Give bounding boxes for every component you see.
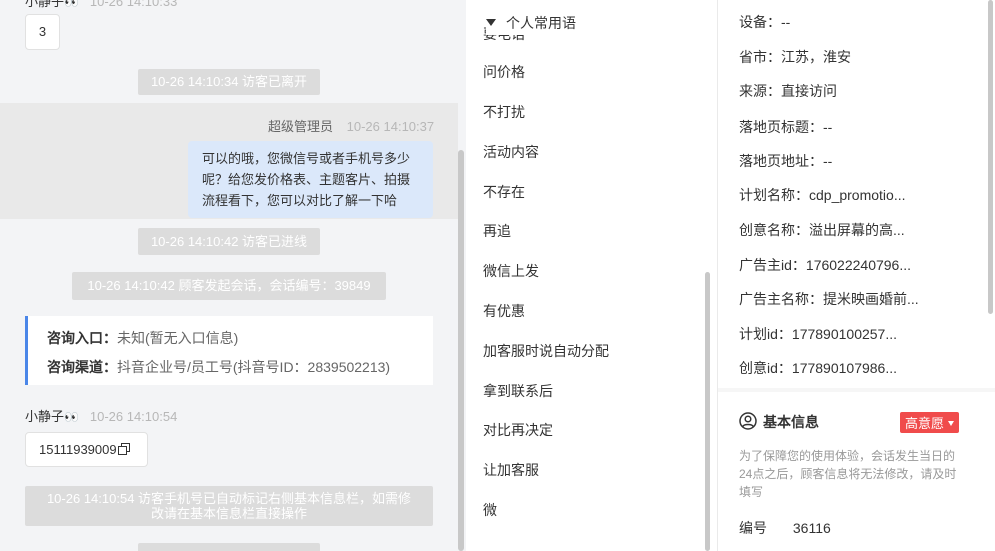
phrase-item[interactable]: 再追 [483,221,511,241]
phrases-scrollbar[interactable] [705,272,710,551]
user-circle-icon [739,412,757,430]
consult-info-card: 咨询入口：未知(暂无入口信息) 咨询渠道：抖音企业号/员工号(抖音号ID：283… [25,316,433,385]
copy-icon[interactable] [117,443,130,455]
section-title: 基本信息 [763,414,819,430]
message-time: 10-26 14:10:37 [346,119,435,134]
detail-value: cdp_promotio... [809,187,906,203]
phrase-item[interactable]: 拿到联系后 [483,381,553,401]
detail-row-device: 设备：-- [739,12,790,32]
phrase-item[interactable]: 微信上发 [483,261,539,281]
phrase-item[interactable]: 不打扰 [483,102,525,122]
phrase-item[interactable]: 活动内容 [483,142,539,162]
phrase-item[interactable]: 微 [483,500,497,520]
detail-row-advertiser-id[interactable]: 广告主id：176022240796... [739,255,911,275]
customer-detail-panel[interactable]: 设备：-- 省市：江苏，淮安 来源：直接访问 落地页标题：-- 落地页地址：--… [718,0,995,551]
detail-label: 广告主名称： [739,291,823,307]
agent-message-bubble[interactable]: 可以的哦，您微信号或者手机号多少 呢？给您发价格表、主题客片、拍摄 流程看下，您… [188,141,433,218]
detail-row-advertiser-name[interactable]: 广告主名称：提米映画婚前... [739,289,919,309]
intent-level-dropdown[interactable]: 高意愿 [900,412,960,433]
message-header: 小静子👀 10-26 14:10:33 [25,0,177,10]
detail-row-landing-title: 落地页标题：-- [739,117,832,137]
consult-channel-value: 抖音企业号/员工号(抖音号ID：2839502213) [117,359,391,375]
phrase-item[interactable]: 不存在 [483,182,525,202]
detail-value: -- [823,119,833,135]
detail-value: 177890100257... [791,326,898,342]
detail-row-creative-name[interactable]: 创意名称：溢出屏幕的高... [739,220,905,240]
detail-value: 江苏，淮安 [781,49,851,65]
detail-row-creative-id[interactable]: 创意id：177890107986... [739,358,897,378]
system-notice: 10-26 14:10:54 访客手机号已自动标记右侧基本信息栏，如需修 改请在… [25,486,433,526]
detail-row-landing-url: 落地页地址：-- [739,151,832,171]
phrase-item[interactable]: 对比再决定 [483,420,553,440]
basic-info-header: 基本信息 [739,412,819,432]
detail-label: 落地页地址： [739,153,823,169]
consult-entry-row: 咨询入口：未知(暂无入口信息) [47,328,238,348]
detail-label: 设备： [739,14,781,30]
visitor-name: 小静子 [25,0,65,9]
visitor-message-bubble[interactable]: 15111939009 [25,432,148,467]
detail-row-source: 来源：直接访问 [739,81,837,101]
caret-down-icon [948,421,955,426]
detail-value: 溢出屏幕的高... [809,222,905,238]
chat-panel[interactable]: 小静子👀 10-26 14:10:33 3 10-26 14:10:34 访客已… [0,0,466,551]
phrase-group-header[interactable]: 个人常用语 [486,13,686,35]
detail-label: 落地页标题： [739,119,823,135]
edit-deadline-notice: 为了保障您的使用体验，会话发生当日的24点之后，顾客信息将无法修改，请及时填写 [739,449,957,499]
detail-value: 36116 [792,520,831,536]
agent-name: 超级管理员 [268,119,334,134]
phone-number: 15111939009 [39,442,117,457]
detail-row-plan-id[interactable]: 计划id：177890100257... [739,324,897,344]
eyes-emoji-icon: 👀 [64,0,79,9]
consult-channel-label: 咨询渠道： [47,359,117,375]
detail-label: 广告主id： [739,257,806,273]
phrase-item[interactable]: 加客服时说自动分配 [483,341,609,361]
detail-value: -- [823,153,833,169]
detail-label: 省市： [739,49,781,65]
visitor-name: 小静子 [25,409,65,424]
system-notice [138,543,320,551]
detail-label: 编号 [739,520,767,536]
detail-value: -- [781,14,791,30]
consult-channel-row: 咨询渠道：抖音企业号/员工号(抖音号ID：2839502213) [47,357,390,377]
system-notice: 10-26 14:10:42 访客已进线 [138,228,320,255]
eyes-emoji-icon: 👀 [64,410,79,424]
detail-value: 直接访问 [781,83,837,99]
message-line: 流程看下，您可以对比了解一下哈 [202,193,398,208]
section-divider [718,388,995,392]
message-header: 超级管理员 10-26 14:10:37 [268,116,434,135]
system-notice: 10-26 14:10:34 访客已离开 [138,69,320,95]
detail-label: 创意id： [739,360,792,376]
consult-entry-label: 咨询入口： [47,330,117,346]
phrase-item[interactable]: 让加客服 [483,460,539,480]
detail-label: 计划名称： [739,187,809,203]
phrase-item[interactable]: 问价格 [483,62,525,82]
phrase-item[interactable]: 有优惠 [483,301,525,321]
message-line: 可以的哦，您微信号或者手机号多少 [202,151,411,166]
detail-value: 提米映画婚前... [823,291,919,307]
system-notice: 10-26 14:10:42 顾客发起会话，会话编号：39849 [72,272,386,300]
detail-value: 177890107986... [791,360,898,376]
common-phrases-panel[interactable]: 要电话 个人常用语 问价格 不打扰 活动内容 不存在 再追 微信上发 有优惠 加… [466,0,718,551]
notice-line: 10-26 14:10:54 访客手机号已自动标记右侧基本信息栏，如需修 [46,491,412,506]
chat-scrollbar[interactable] [458,150,464,551]
detail-value: 176022240796... [805,257,912,273]
notice-line: 改请在基本信息栏直接操作 [150,506,307,521]
intent-level-label: 高意愿 [905,416,945,431]
detail-label: 来源： [739,83,781,99]
message-line: 呢？给您发价格表、主题客片、拍摄 [202,172,411,187]
detail-row-plan-name[interactable]: 计划名称：cdp_promotio... [739,185,906,205]
detail-label: 计划id： [739,326,792,342]
consult-entry-value: 未知(暂无入口信息) [117,330,239,346]
detail-scrollbar[interactable] [988,0,993,314]
detail-row-region: 省市：江苏，淮安 [739,47,851,67]
caret-down-icon [486,19,496,26]
message-time: 10-26 14:10:33 [89,0,178,9]
phrase-group-title: 个人常用语 [506,15,576,31]
message-time: 10-26 14:10:54 [89,409,178,424]
visitor-message-bubble[interactable]: 3 [25,14,60,50]
message-header: 小静子👀 10-26 14:10:54 [25,406,177,425]
detail-row-id: 编号 36116 [739,518,831,538]
detail-label: 创意名称： [739,222,809,238]
